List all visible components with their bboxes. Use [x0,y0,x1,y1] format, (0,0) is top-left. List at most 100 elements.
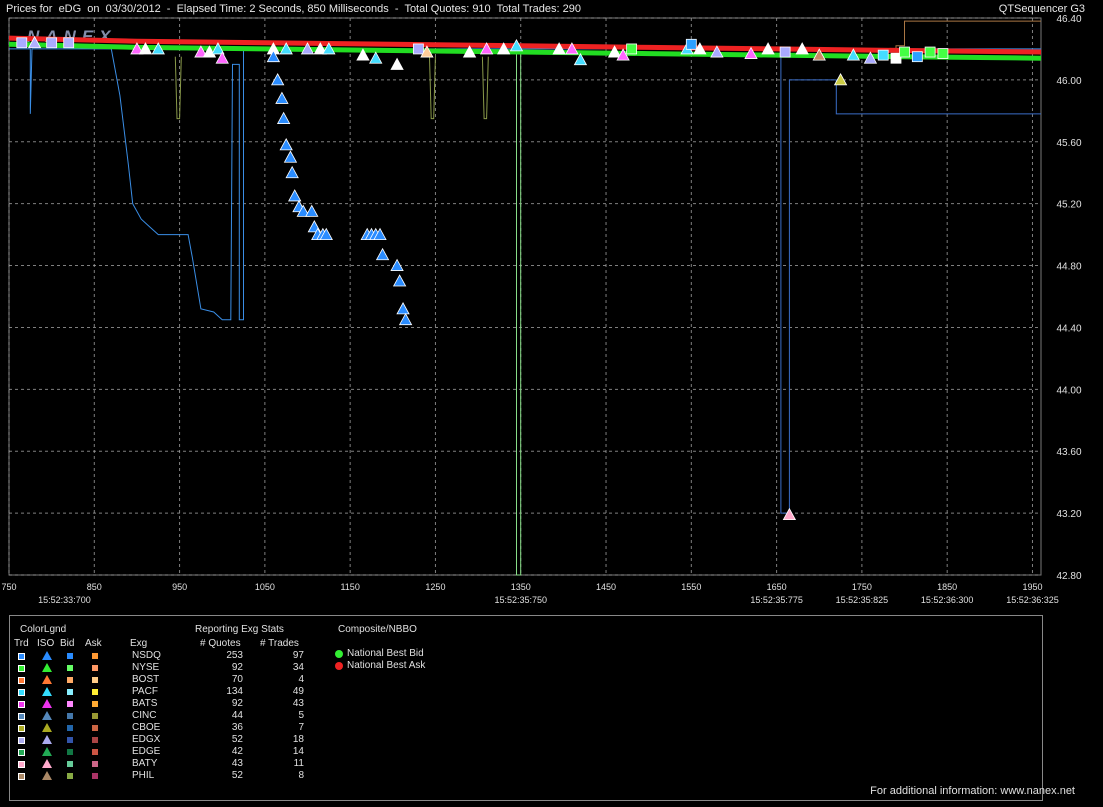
time-label: 15:52:35:775 [750,595,803,605]
col-bid-header: Bid [60,638,75,649]
trd-swatch [18,737,25,744]
bid-swatch [67,725,73,731]
quote-count: 52 [231,770,243,781]
bid-swatch [67,665,73,671]
trade-count: 8 [298,770,304,781]
trd-swatch [18,677,25,684]
exchange-name: NSDQ [132,650,161,661]
quote-count: 52 [231,734,243,745]
trd-swatch [18,761,25,768]
exchange-name: BOST [132,674,160,685]
x-tick-label: 850 [87,582,102,592]
legend-row: EDGX 52 18 [10,734,310,746]
y-tick-label: 44.00 [1056,385,1081,396]
bid-swatch [67,737,73,743]
iso-triangle-icon [42,663,52,672]
trade-marker-square [46,37,58,49]
exchange-name: EDGE [132,746,161,757]
trd-swatch [18,701,25,708]
col-trd-header: Trd [14,638,29,649]
y-tick-label: 45.20 [1056,200,1081,211]
trade-marker-square [779,46,791,58]
quote-count: 43 [231,758,243,769]
trade-marker-square [877,49,889,61]
trade-marker-square [937,48,949,59]
ask-swatch [92,749,98,755]
trd-swatch [18,749,25,756]
time-label: 15:52:35:750 [494,595,547,605]
col-ask-header: Ask [85,638,102,649]
trd-swatch [18,689,25,696]
bid-swatch [67,653,73,659]
bid-swatch [67,701,73,707]
trade-marker-square [899,46,910,58]
x-tick-label: 1050 [255,582,275,592]
y-tick-label: 45.60 [1056,138,1081,149]
x-tick-label: 1250 [425,582,445,592]
trade-marker-square [16,37,28,49]
quote-count: 92 [231,698,243,709]
ask-swatch [92,653,98,659]
bid-swatch [67,689,73,695]
quote-count: 36 [231,722,243,733]
x-tick-label: 1950 [1022,582,1042,592]
trd-swatch [18,725,25,732]
legend-row: PHIL 52 8 [10,770,310,782]
exchange-name: CBOE [132,722,161,733]
bid-swatch [67,761,73,767]
trade-count: 34 [292,662,304,673]
footer-info-link[interactable]: For additional information: www.nanex.ne… [870,785,1075,797]
y-tick-label: 43.20 [1056,509,1081,520]
trade-marker-square [626,43,638,55]
trade-count: 7 [298,722,304,733]
quote-count: 44 [231,710,243,721]
trd-swatch [18,665,25,672]
iso-triangle-icon [42,747,52,756]
nbbo-ask-dot [335,662,343,670]
y-tick-label: 44.80 [1056,262,1081,273]
trade-marker-square [412,43,424,55]
bid-swatch [67,749,73,755]
trade-count: 11 [293,758,304,769]
exchange-name: NYSE [132,662,160,673]
col-iso-header: ISO [37,638,55,649]
quote-count: 253 [226,650,243,661]
nbbo-ask-label: National Best Ask [347,660,426,671]
plot-area [8,17,1042,576]
legend-row: NSDQ 253 97 [10,650,310,662]
y-tick-label: 46.40 [1056,14,1081,25]
ask-swatch [92,725,98,731]
y-tick-label: 42.80 [1056,571,1081,582]
iso-triangle-icon [42,735,52,744]
y-tick-label: 44.40 [1056,323,1081,334]
ask-swatch [92,713,98,719]
trade-count: 5 [298,710,304,721]
exchange-name: BATY [132,758,158,769]
trade-count: 97 [292,650,304,661]
time-label: 15:52:33:700 [38,595,91,605]
trade-count: 49 [292,686,304,697]
quote-count: 70 [231,674,243,685]
legend-panel: ColorLgnd Trd ISO Bid Ask Exg Reporting … [9,615,1043,801]
x-tick-label: 1150 [340,582,359,592]
bid-swatch [67,773,73,779]
time-label: 15:52:36:300 [921,595,974,605]
iso-triangle-icon [42,711,52,720]
iso-triangle-icon [42,771,52,780]
iso-triangle-icon [42,723,52,732]
ask-swatch [92,677,98,683]
price-chart[interactable]: 46.40 46.00 45.60 45.20 44.80 44.40 44.00 43.60… [0,0,1103,610]
legend-row: PACF 134 49 [10,686,310,698]
iso-triangle-icon [42,651,52,660]
legend-row: EDGE 42 14 [10,746,310,758]
ask-swatch [92,701,98,707]
quote-count: 134 [226,686,243,697]
ask-swatch [92,773,98,779]
x-tick-label: 950 [172,582,187,592]
trade-count: 18 [292,734,304,745]
iso-triangle-icon [42,699,52,708]
nbbo-bid-label: National Best Bid [347,648,424,659]
exchange-name: BATS [132,698,158,709]
quote-count: 42 [231,746,243,757]
ask-swatch [92,689,98,695]
